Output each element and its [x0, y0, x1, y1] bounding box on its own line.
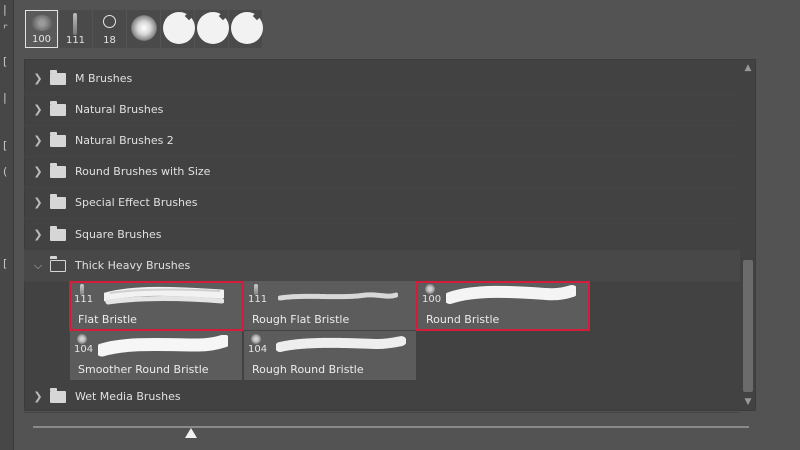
folder-icon — [50, 225, 66, 241]
recent-brush-hard-round-1[interactable] — [161, 10, 195, 48]
highlight-round-bristle — [416, 281, 590, 331]
hard-round-pressure-brush-icon — [163, 11, 195, 44]
recent-brushes-bar: 100 111 18 — [25, 10, 263, 50]
folder-round-brushes-with-size[interactable]: ❯ Round Brushes with Size — [24, 156, 740, 188]
hard-round-pressure-brush-icon — [197, 11, 229, 44]
folder-square-brushes[interactable]: ❯ Square Brushes — [24, 219, 740, 251]
vertical-scrollbar[interactable]: ▲ ▼ — [741, 60, 755, 410]
strip-glyph: ⌜ — [3, 23, 9, 36]
folder-label: Round Brushes with Size — [75, 165, 211, 178]
round-outline-brush-icon — [103, 15, 116, 28]
recent-brush-soft-round[interactable] — [127, 10, 160, 48]
size-slider-handle[interactable] — [184, 428, 197, 438]
textured-brush-icon — [31, 15, 53, 31]
brush-preset-rough-flat-bristle[interactable]: 111 Rough Flat Bristle — [244, 281, 416, 330]
brush-size-label: 111 — [248, 294, 268, 305]
folder-icon — [50, 193, 66, 209]
folder-open-icon — [49, 256, 66, 272]
strip-glyph: ( — [3, 165, 8, 178]
brush-preset-smoother-round-bristle[interactable]: 104 Smoother Round Bristle — [70, 331, 242, 380]
chevron-right-icon[interactable]: ❯ — [32, 196, 44, 209]
brush-size-label: 104 — [248, 344, 268, 355]
bristle-brush-icon — [73, 13, 77, 35]
brush-size-label: 100 — [31, 34, 52, 45]
brush-preset-rough-round-bristle[interactable]: 104 Rough Round Bristle — [244, 331, 416, 380]
scroll-up-icon[interactable]: ▲ — [741, 63, 755, 73]
strip-glyph: [ — [3, 55, 8, 68]
brush-size-label: 111 — [65, 35, 86, 46]
recent-brush-round-outline[interactable]: 18 — [93, 10, 126, 48]
textured-brush-icon — [77, 334, 87, 344]
brush-size-label: 104 — [74, 344, 94, 355]
brush-preset-name: Rough Round Bristle — [252, 363, 364, 376]
folder-natural-brushes[interactable]: ❯ Natural Brushes — [24, 94, 740, 126]
folder-wet-media-brushes[interactable]: ❯ Wet Media Brushes — [24, 381, 740, 413]
folder-label: M Brushes — [75, 72, 133, 85]
chevron-down-icon[interactable]: ⌵ — [32, 259, 44, 273]
rough-round-bristle-stroke-preview — [276, 336, 406, 352]
recent-brush-bristle[interactable]: 111 — [59, 10, 92, 48]
smoother-round-bristle-stroke-preview — [98, 335, 228, 357]
highlight-flat-bristle — [69, 281, 244, 331]
folder-m-brushes[interactable]: ❯ M Brushes — [24, 63, 740, 95]
scrollbar-thumb[interactable] — [743, 260, 753, 392]
folder-label: Thick Heavy Brushes — [75, 259, 191, 272]
folder-icon — [50, 69, 66, 85]
size-slider-track[interactable] — [33, 426, 749, 428]
folder-icon — [50, 162, 66, 178]
chevron-right-icon[interactable]: ❯ — [32, 72, 44, 85]
strip-glyph: | — [3, 3, 7, 16]
strip-glyph: | — [3, 91, 7, 104]
scroll-down-icon[interactable]: ▼ — [741, 397, 755, 407]
textured-brush-icon — [251, 334, 261, 344]
chevron-right-icon[interactable]: ❯ — [32, 390, 44, 403]
brush-size-label: 18 — [103, 35, 116, 46]
soft-round-brush-icon — [131, 15, 157, 41]
folder-label: Special Effect Brushes — [75, 196, 198, 209]
folder-natural-brushes-2[interactable]: ❯ Natural Brushes 2 — [24, 125, 740, 157]
recent-brush-hard-round-3[interactable] — [229, 10, 263, 48]
folder-icon — [50, 387, 66, 403]
left-tool-strip: | ⌜ [ | [ ( [ — [0, 0, 14, 450]
strip-glyph: [ — [3, 257, 8, 270]
folder-label: Square Brushes — [75, 228, 162, 241]
recent-brush-hard-round-2[interactable] — [195, 10, 229, 48]
strip-glyph: [ — [3, 139, 8, 152]
brush-preset-name: Rough Flat Bristle — [252, 313, 350, 326]
folder-label: Natural Brushes 2 — [75, 134, 174, 147]
folder-label: Natural Brushes — [75, 103, 164, 116]
folder-thick-heavy-brushes[interactable]: ⌵ Thick Heavy Brushes — [24, 250, 740, 282]
hard-round-pressure-brush-icon — [231, 11, 263, 44]
folder-icon — [50, 100, 66, 116]
recent-brush-textured[interactable]: 100 — [25, 10, 58, 48]
chevron-right-icon[interactable]: ❯ — [32, 103, 44, 116]
brush-preset-name: Smoother Round Bristle — [78, 363, 209, 376]
chevron-right-icon[interactable]: ❯ — [32, 228, 44, 241]
folder-icon — [50, 131, 66, 147]
rough-flat-bristle-stroke-preview — [278, 292, 398, 301]
chevron-right-icon[interactable]: ❯ — [32, 134, 44, 147]
folder-label: Wet Media Brushes — [75, 390, 181, 403]
chevron-right-icon[interactable]: ❯ — [32, 165, 44, 178]
folder-special-effect-brushes[interactable]: ❯ Special Effect Brushes — [24, 187, 740, 219]
